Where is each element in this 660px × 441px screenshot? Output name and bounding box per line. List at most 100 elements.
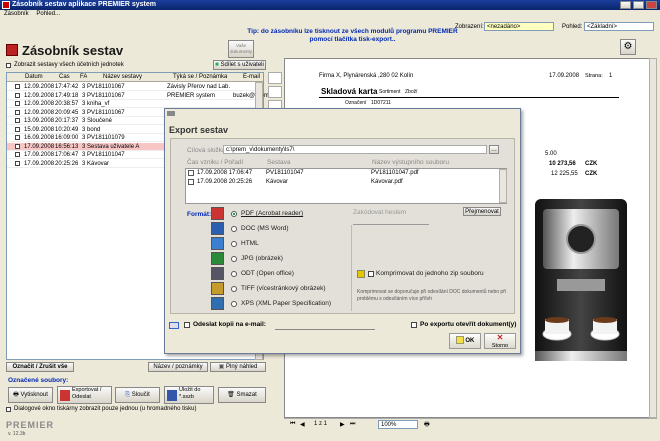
format-radio[interactable] (231, 271, 237, 277)
cell-name: PV181101047 (87, 152, 125, 158)
window-titlebar: Zásobník sestav aplikace PREMIER system (0, 0, 660, 10)
cell-time: 20:25:26 (55, 160, 79, 167)
col-date[interactable]: Datum (25, 73, 43, 82)
menu-item-pohled[interactable]: Pohled... (36, 11, 60, 17)
first-page-icon[interactable]: ⏮ (290, 421, 295, 428)
browse-button[interactable]: … (489, 145, 499, 154)
cell-fa: 3 (82, 135, 86, 141)
delete-button[interactable]: 🗑 Smazat (218, 387, 266, 403)
rename-button[interactable]: Přejmenovat (463, 207, 501, 216)
format-radio[interactable] (231, 256, 237, 262)
print-button[interactable]: 🖶 Vytisknout (8, 387, 53, 403)
show-select[interactable]: <nezadáno> (484, 22, 554, 31)
row-checkbox[interactable] (15, 126, 20, 132)
cell-date: 13.09.2008 (24, 118, 55, 124)
show-all-checkbox[interactable]: Zobrazit sestavy všech účetních jednotek (6, 62, 124, 68)
col-time[interactable]: Čas (59, 73, 70, 82)
format-label: Formát: (187, 211, 212, 218)
row-checkbox[interactable] (15, 135, 20, 140)
users-icon: ■ (215, 62, 219, 68)
email-input[interactable] (275, 321, 375, 330)
print-preview-icon[interactable]: 🖶 (424, 420, 430, 430)
format-label-option: PDF (Acrobat reader) (241, 210, 304, 217)
mark-all-button[interactable]: Označit / Zrušit vše (6, 362, 74, 372)
row-checkbox[interactable] (15, 118, 20, 123)
export-dialog: Export sestav Cílová složka: c:\prem_v\d… (164, 108, 521, 354)
format-radio[interactable] (231, 301, 237, 307)
settings-button[interactable]: ⚙ (620, 39, 636, 55)
cancel-button[interactable]: ✕ Storno (484, 333, 516, 349)
password-input[interactable] (353, 217, 429, 225)
file-checkbox[interactable] (188, 170, 194, 176)
last-page-icon[interactable]: ⏭ (350, 421, 355, 428)
file-time: 17.09.2008 17:06:47 (197, 170, 253, 176)
cell-time: 10:20:49 (55, 126, 79, 133)
cell-name: PV181101067 (87, 84, 125, 90)
table-row[interactable]: 12.09.2008 17:49:18 3 PV181101067 PREMIER sy… (7, 92, 275, 100)
cell-fa: 3 (82, 160, 86, 167)
dialog-once-checkbox[interactable]: Dialogové okno tiskárny zobrazit pouze j… (6, 406, 196, 412)
ok-button[interactable]: OK (449, 333, 481, 349)
table-row[interactable]: 12.09.2008 17:47:42 3 PV181101067 Závisly Př… (7, 83, 263, 92)
export-button[interactable]: Exportovat / Odeslat (57, 386, 112, 404)
file-checkbox[interactable] (188, 179, 194, 185)
ok-icon (455, 336, 464, 345)
merge-button[interactable]: ⎘ Sloučit (115, 387, 160, 403)
full-preview-button[interactable]: ▣ Plný náhled (210, 362, 266, 372)
cell-note: PREMIER system (167, 92, 216, 99)
open-after-checkbox[interactable] (411, 322, 417, 328)
col-name[interactable]: Název sestavy (103, 73, 142, 82)
show-label: Zobrazení: (455, 24, 484, 30)
view-select[interactable]: <Základní> (584, 22, 654, 31)
marked-files-label: Označené soubory: (8, 377, 69, 384)
file-row[interactable]: 17.09.2008 20:25:26 Kávovar Kávovar.pdf (186, 178, 498, 187)
share-button[interactable]: ■ Sdílet s uživateli (213, 60, 266, 70)
format-radio[interactable] (231, 241, 237, 247)
row-checkbox[interactable] (15, 101, 20, 106)
row-checkbox[interactable] (15, 109, 20, 115)
format-radio[interactable] (231, 226, 237, 232)
file-row[interactable]: 17.09.2008 17:06:47 PV181101047 PV18110104… (186, 169, 498, 178)
email-checkbox[interactable] (184, 322, 190, 328)
file-output: PV181101047.pdf (371, 170, 419, 176)
move-top-button[interactable] (268, 72, 282, 84)
format-radio[interactable] (231, 286, 237, 292)
word-icon (211, 222, 224, 235)
row-checkbox[interactable] (15, 92, 20, 98)
row-checkbox[interactable] (15, 84, 20, 89)
version-text: v. 12.3b (8, 431, 26, 437)
cell-fa: 3 (82, 118, 86, 124)
format-radio[interactable] (231, 211, 237, 217)
col-email[interactable]: E-mail (243, 73, 260, 82)
cell-name: kniha_vf (87, 101, 110, 107)
files-scrollbar[interactable] (499, 169, 507, 203)
zip-checkbox[interactable] (368, 271, 374, 277)
table-row[interactable]: 12.09.2008 20:38:57 3 kniha_vf (7, 100, 263, 109)
product-image (517, 179, 647, 379)
tip-text: Tip: do zásobníku lze tisknout ze všech … (247, 28, 458, 43)
minimize-button[interactable] (620, 1, 631, 9)
row-checkbox[interactable] (15, 160, 20, 166)
cell-name: PV181101067 (87, 109, 125, 116)
merge-icon: ⎘ (125, 392, 131, 398)
col-note[interactable]: Týká se / Poznámka (173, 73, 227, 82)
target-folder-input[interactable]: c:\prem_v\dokumenty\ls7\ (223, 145, 487, 154)
next-page-icon[interactable]: ▶ (340, 421, 345, 428)
maximize-button[interactable] (633, 1, 644, 9)
close-button[interactable] (646, 1, 657, 9)
cell-time: 17:06:47 (55, 152, 79, 158)
move-up-button[interactable] (268, 86, 282, 98)
preview-scrollbar[interactable] (649, 58, 657, 418)
menu-item-zasobnik[interactable]: Zásobník (4, 11, 29, 17)
col-fa[interactable]: FA (80, 73, 87, 82)
names-notes-button[interactable]: Název / poznámky (148, 362, 208, 372)
preview-sort-value: Zboží (405, 89, 418, 95)
file-report: Kávovar (266, 179, 289, 185)
prev-page-icon[interactable]: ◀ (300, 421, 305, 428)
save-sszb-button[interactable]: Uložit do *.sszb (164, 386, 214, 404)
pdf-icon (211, 207, 224, 220)
zoom-select[interactable]: 100% (378, 420, 418, 429)
row-checkbox[interactable] (15, 152, 20, 157)
dialog-menu-icon[interactable] (167, 111, 175, 116)
row-checkbox[interactable] (15, 143, 20, 149)
